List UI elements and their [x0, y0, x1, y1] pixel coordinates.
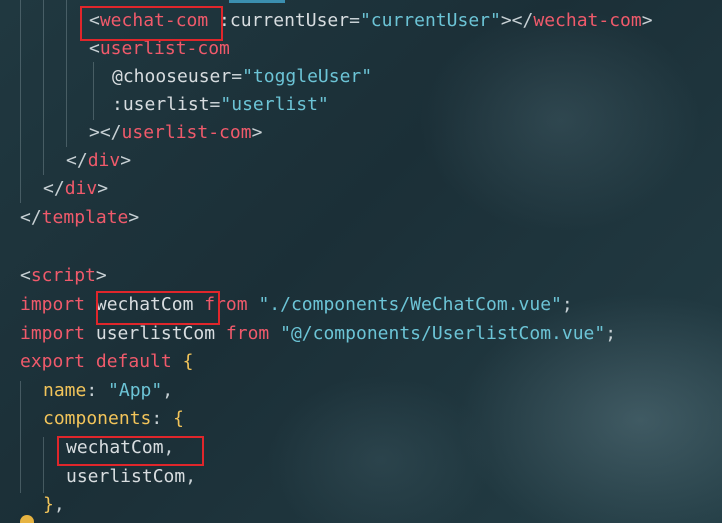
- code-line: <script>: [20, 262, 107, 290]
- code-token: export: [20, 351, 86, 372]
- code-token: >: [251, 122, 263, 143]
- code-token: userlistCom: [66, 466, 186, 487]
- code-line: ></userlist-com>: [89, 119, 262, 147]
- code-token: from: [225, 323, 270, 344]
- code-token: name: [43, 380, 87, 401]
- code-token: >: [120, 150, 132, 171]
- code-token: wechatCom: [66, 437, 164, 458]
- code-line: <userlist-com: [89, 35, 230, 63]
- code-token: >: [95, 265, 107, 286]
- code-token: div: [64, 178, 98, 199]
- code-token: "toggleUser": [242, 66, 373, 87]
- code-line: </template>: [20, 204, 139, 232]
- code-token: script: [30, 265, 96, 286]
- code-token: ,: [162, 380, 174, 401]
- code-token: :userlist: [112, 94, 210, 115]
- code-token: {: [182, 351, 194, 372]
- code-line: import userlistCom from "@/components/Us…: [20, 320, 616, 348]
- code-line: export default {: [20, 348, 193, 376]
- code-token: >: [128, 207, 140, 228]
- code-token: ,: [185, 466, 197, 487]
- code-token: :currentUser: [208, 10, 350, 31]
- code-line: name: "App",: [43, 377, 173, 405]
- code-token: import: [20, 294, 86, 315]
- code-line: </div>: [66, 147, 131, 175]
- code-token: </: [43, 178, 65, 199]
- indent-guide: [43, 0, 44, 175]
- code-token: >: [97, 178, 109, 199]
- indent-guide: [66, 0, 67, 147]
- code-line: <wechat-com :currentUser="currentUser"><…: [89, 7, 653, 35]
- code-token: userlist-com: [121, 122, 252, 143]
- code-token: template: [41, 207, 129, 228]
- code-token: userlistCom: [85, 323, 226, 344]
- code-token: {: [173, 408, 184, 429]
- code-token: >: [641, 10, 653, 31]
- code-token: ;: [561, 294, 573, 315]
- code-token: ></: [500, 10, 534, 31]
- code-token: </: [66, 150, 88, 171]
- indent-guide: [93, 62, 94, 120]
- indent-guide: [20, 0, 21, 203]
- code-token: import: [20, 323, 86, 344]
- code-token: default: [95, 351, 172, 372]
- indent-guide: [43, 437, 44, 493]
- code-line: },: [43, 491, 65, 519]
- code-token: <: [89, 10, 100, 31]
- code-token: wechat-com: [99, 10, 209, 31]
- code-token: wechat-com: [533, 10, 642, 31]
- code-token: @chooseuser: [112, 66, 232, 87]
- code-line: :userlist="userlist": [112, 91, 329, 119]
- code-line: wechatCom,: [66, 434, 174, 462]
- code-token: }: [43, 494, 54, 515]
- code-token: "./components/WeChatCom.vue": [247, 294, 562, 315]
- code-line: userlistCom,: [66, 463, 196, 491]
- code-token: components: [43, 408, 152, 429]
- code-token: ></: [89, 122, 122, 143]
- code-token: "@/components/UserlistCom.vue": [269, 323, 606, 344]
- code-token: wechatCom: [85, 294, 205, 315]
- code-line: components: {: [43, 405, 184, 433]
- code-token: from: [204, 294, 248, 315]
- code-token: =: [349, 10, 360, 31]
- code-token: "currentUser": [359, 10, 501, 31]
- code-token: :: [86, 380, 109, 401]
- code-token: :: [151, 408, 174, 429]
- code-token: =: [231, 66, 243, 87]
- code-token: "App": [108, 380, 163, 401]
- code-editor[interactable]: <wechat-com :currentUser="currentUser"><…: [0, 0, 722, 523]
- code-token: div: [87, 150, 121, 171]
- code-token: ,: [163, 437, 175, 458]
- code-token: <: [20, 265, 31, 286]
- active-tab-indicator: [229, 0, 285, 3]
- code-token: "userlist": [220, 94, 329, 115]
- code-token: <: [89, 38, 100, 59]
- code-line: </div>: [43, 175, 108, 203]
- code-token: ;: [605, 323, 617, 344]
- code-line: @chooseuser="toggleUser": [112, 63, 372, 91]
- code-line: import wechatCom from "./components/WeCh…: [20, 291, 573, 319]
- code-token: ,: [53, 494, 65, 515]
- indent-guide: [20, 381, 21, 493]
- lightbulb-icon[interactable]: [20, 515, 34, 523]
- code-token: userlist-com: [99, 38, 230, 59]
- code-token: =: [209, 94, 221, 115]
- code-token: </: [20, 207, 42, 228]
